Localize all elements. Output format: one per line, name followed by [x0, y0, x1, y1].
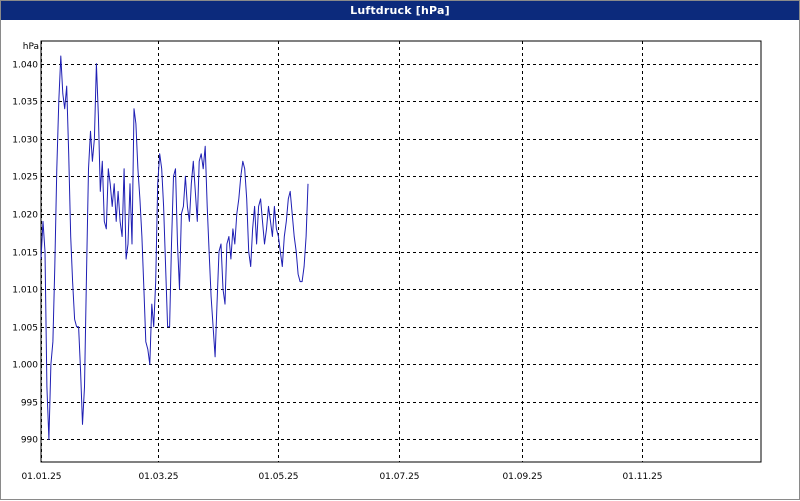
series-line — [40, 55, 309, 440]
series-group — [40, 55, 309, 440]
y-axis-unit: hPa — [23, 42, 39, 52]
y-tick-label: 1.015 — [12, 249, 38, 259]
y-tick-label: 995 — [21, 399, 38, 409]
chart-window: Luftdruck [hPa] hPa 990 995 1.000 1.005 1.01… — [0, 0, 800, 500]
plot-frame — [40, 40, 762, 463]
y-tick-label: 1.025 — [12, 173, 38, 183]
y-tick-label: 1.010 — [12, 286, 38, 296]
x-tick-label: 01.01.25 — [21, 472, 61, 482]
x-tick-label: 01.03.25 — [138, 472, 178, 482]
y-tick-label: 1.030 — [12, 136, 38, 146]
y-tick-label: 1.000 — [12, 361, 38, 371]
x-tick-labels: 01.01.25 01.03.25 01.05.25 01.07.25 01.09.25… — [21, 472, 662, 482]
x-tick-label: 01.11.25 — [622, 472, 662, 482]
y-tick-label: 1.020 — [12, 211, 38, 221]
line-chart: hPa 990 995 1.000 1.005 1.010 1.015 1.020 1.025… — [12, 40, 762, 482]
y-tick-label: 1.035 — [12, 98, 38, 108]
x-tick-label: 01.07.25 — [379, 472, 419, 482]
y-tick-label: 990 — [21, 436, 38, 446]
y-tick-label: 1.040 — [12, 61, 38, 71]
y-tick-label: 1.005 — [12, 324, 38, 334]
chart-grid — [41, 41, 761, 462]
x-tick-label: 01.05.25 — [258, 472, 298, 482]
y-tick-labels: 990 995 1.000 1.005 1.010 1.015 1.020 1.025 1.03… — [12, 61, 38, 446]
x-tick-label: 01.09.25 — [502, 472, 542, 482]
